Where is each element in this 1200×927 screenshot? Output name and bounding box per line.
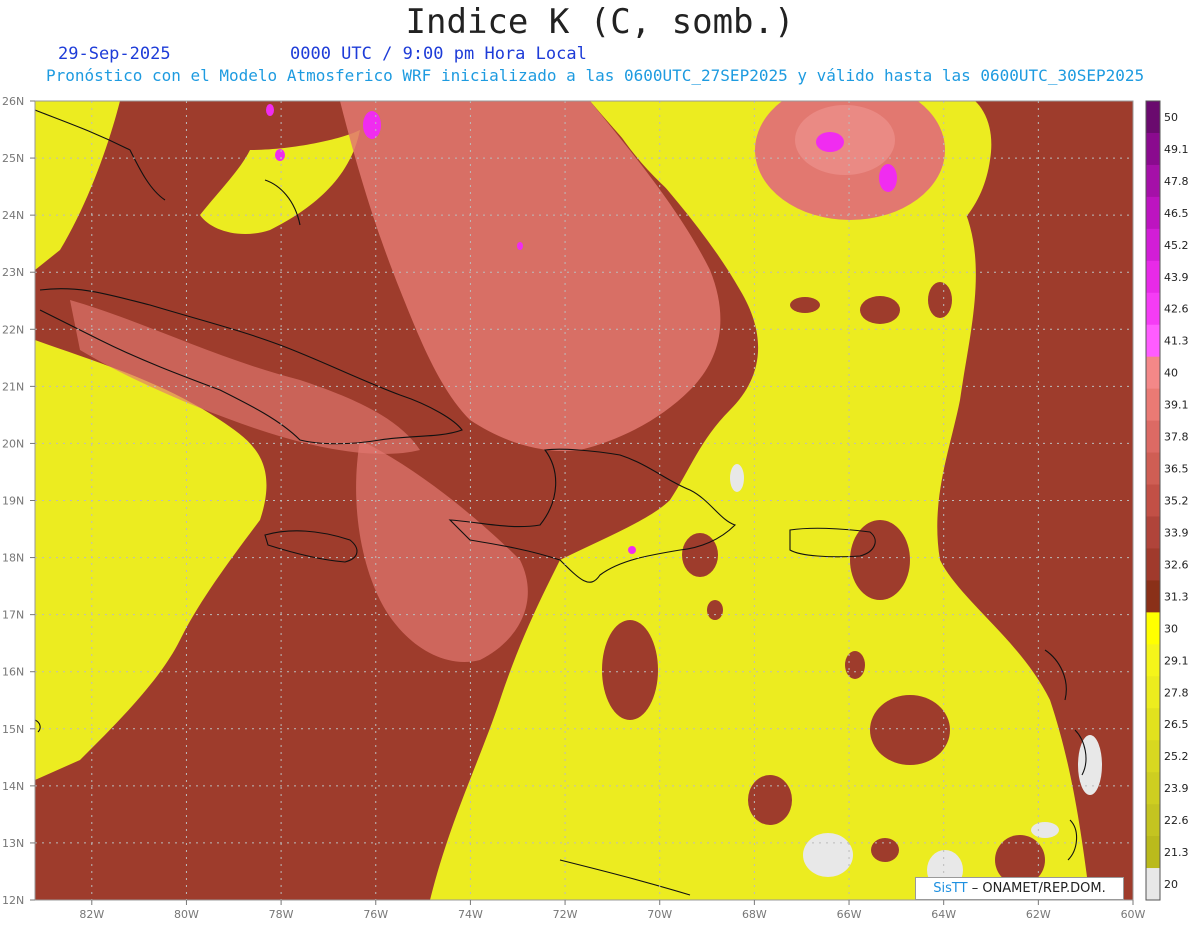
lon-label: 64W [931, 908, 956, 921]
colorbar-label: 23.9 [1164, 782, 1189, 795]
colorbar-swatch [1146, 228, 1160, 262]
lon-label: 78W [269, 908, 294, 921]
lat-label: 17N [2, 609, 24, 622]
colorbar-label: 49.1 [1164, 143, 1189, 156]
k-extreme-spot [628, 546, 636, 554]
colorbar-swatch [1146, 548, 1160, 581]
colorbar-label: 31.3 [1164, 590, 1189, 603]
lon-label: 68W [742, 908, 767, 921]
colorbar-swatch [1146, 260, 1160, 294]
colorbar-swatch [1146, 644, 1160, 677]
lon-label: 72W [553, 908, 578, 921]
lon-label: 74W [458, 908, 483, 921]
colorbar-swatch [1146, 196, 1160, 230]
colorbar-swatch [1146, 676, 1160, 709]
lon-label: 82W [79, 908, 104, 921]
colorbar-label: 37.8 [1164, 431, 1189, 444]
colorbar: 50 49.1 47.8 46.5 45.2 43.9 42.6 41.3 40 39.1 37.8… [1145, 100, 1189, 901]
colorbar-label: 41.3 [1164, 335, 1189, 348]
lat-label: 20N [2, 437, 24, 450]
k-extreme-spot [517, 242, 523, 250]
colorbar-swatch [1146, 804, 1160, 837]
colorbar-label: 29.1 [1164, 654, 1189, 667]
colorbar-label: 25.2 [1164, 750, 1189, 763]
lat-label: 21N [2, 380, 24, 393]
colorbar-label: 42.6 [1164, 303, 1189, 316]
colorbar-swatch [1146, 452, 1160, 486]
lat-label: 15N [2, 723, 24, 736]
colorbar-label: 47.8 [1164, 175, 1189, 188]
k-extreme-spot [363, 111, 381, 139]
lon-label: 62W [1026, 908, 1051, 921]
colorbar-label: 33.9 [1164, 526, 1189, 539]
lat-label: 23N [2, 266, 24, 279]
colorbar-label: 22.6 [1164, 814, 1189, 827]
colorbar-swatch [1146, 164, 1160, 198]
colorbar-swatch [1146, 420, 1160, 454]
colorbar-swatch [1146, 484, 1160, 517]
colorbar-label: 21.3 [1164, 846, 1189, 859]
colorbar-swatch [1146, 292, 1160, 326]
lat-label: 25N [2, 152, 24, 165]
lat-label: 24N [2, 209, 24, 222]
colorbar-swatch [1146, 580, 1160, 613]
lon-label: 66W [837, 908, 862, 921]
colorbar-label: 50 [1164, 111, 1178, 124]
colorbar-swatch [1146, 324, 1160, 358]
colorbar-label: 35.2 [1164, 495, 1189, 508]
lat-label: 13N [2, 837, 24, 850]
credit-org: – ONAMET/REP.DOM. [971, 881, 1106, 896]
lon-label: 80W [174, 908, 199, 921]
k-extreme-spot [879, 164, 897, 192]
map-figure: 26N 25N 24N 23N 22N 21N 20N 19N 18N 17N 16N 15N 14N 1… [2, 95, 1189, 921]
colorbar-label: 43.9 [1164, 271, 1189, 284]
k-extreme-spot [816, 132, 844, 152]
lon-label: 76W [363, 908, 388, 921]
colorbar-swatch [1146, 101, 1160, 134]
lat-label: 16N [2, 666, 24, 679]
colorbar-swatch [1146, 772, 1160, 805]
colorbar-label: 39.1 [1164, 399, 1189, 412]
lat-label: 22N [2, 323, 24, 336]
colorbar-label: 36.5 [1164, 463, 1189, 476]
credit-brand: SisTT [933, 881, 968, 896]
colorbar-swatch [1146, 708, 1160, 741]
colorbar-label: 27.8 [1164, 686, 1189, 699]
lat-label: 14N [2, 780, 24, 793]
lon-label: 70W [647, 908, 672, 921]
colorbar-swatch [1146, 388, 1160, 422]
colorbar-swatch [1146, 516, 1160, 549]
colorbar-label: 20 [1164, 878, 1178, 891]
k-extreme-spot [266, 104, 274, 116]
colorbar-label: 46.5 [1164, 207, 1189, 220]
colorbar-swatch [1146, 836, 1160, 869]
lat-label: 19N [2, 495, 24, 508]
colorbar-swatch [1146, 740, 1160, 773]
colorbar-swatch [1146, 612, 1160, 645]
longitude-labels: 82W 80W 78W 76W 74W 72W 70W 68W 66W 64W 62W 60W [79, 900, 1146, 921]
latitude-labels: 26N 25N 24N 23N 22N 21N 20N 19N 18N 17N 16N 15N 14N 1… [2, 95, 35, 907]
colorbar-label: 45.2 [1164, 239, 1189, 252]
lat-label: 26N [2, 95, 24, 108]
colorbar-swatch [1146, 132, 1160, 166]
colorbar-label: 32.6 [1164, 558, 1189, 571]
credit-box: SisTT – ONAMET/REP.DOM. [915, 877, 1124, 900]
colorbar-swatch [1146, 356, 1160, 390]
lat-label: 18N [2, 552, 24, 565]
lon-label: 60W [1121, 908, 1146, 921]
k-extreme-spot [275, 149, 285, 161]
map-area [35, 101, 1133, 900]
lat-label: 12N [2, 894, 24, 907]
hurricane-eye-ring [795, 105, 895, 175]
colorbar-swatch [1146, 868, 1160, 901]
colorbar-label: 30 [1164, 622, 1178, 635]
colorbar-label: 40 [1164, 367, 1178, 380]
colorbar-label: 26.5 [1164, 718, 1189, 731]
